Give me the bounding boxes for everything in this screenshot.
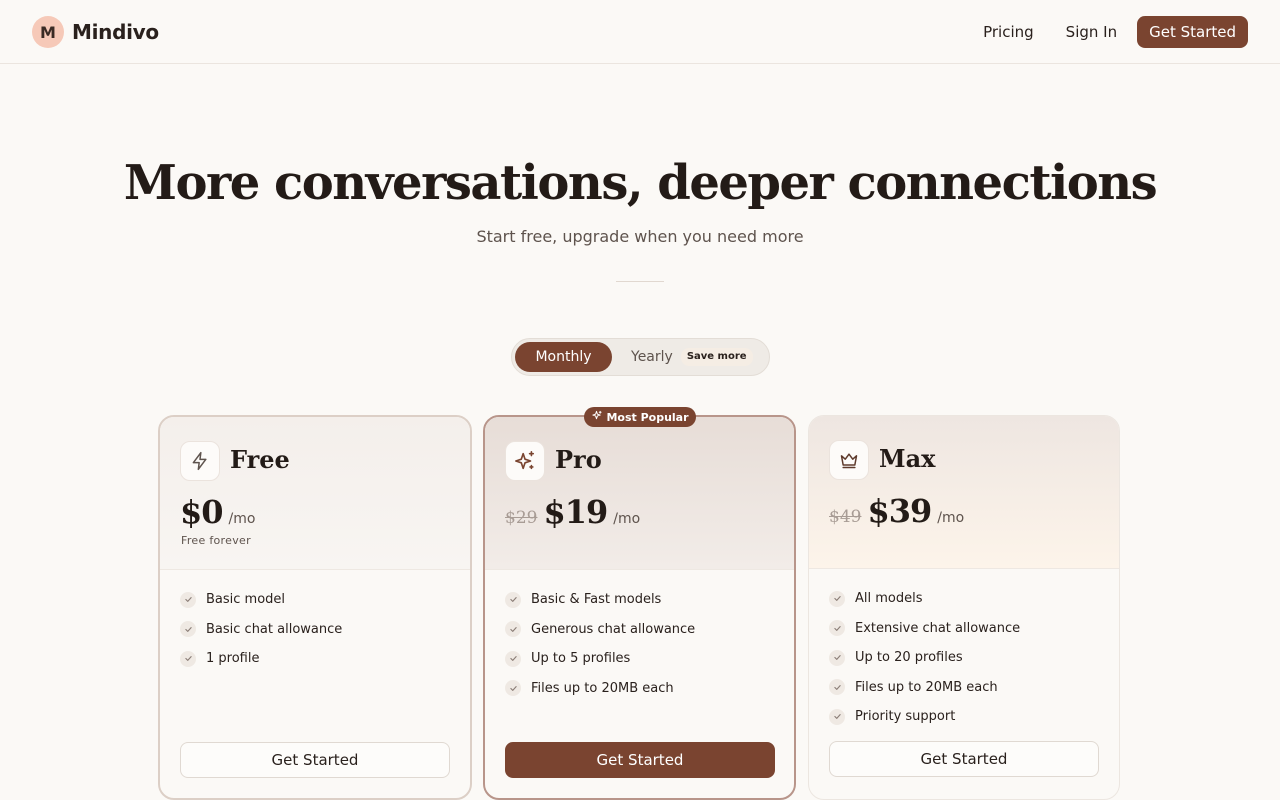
price-row: $0 /mo [180, 493, 255, 531]
brand-logo[interactable]: M Mindivo [32, 16, 159, 48]
logo-mark-icon: M [32, 16, 64, 48]
feature-item: Basic model [180, 585, 342, 615]
feature-item: 1 profile [180, 644, 342, 674]
check-icon [505, 680, 521, 697]
max-get-started-button[interactable]: Get Started [829, 741, 1099, 777]
most-popular-badge: Most Popular [584, 407, 696, 427]
nav-pricing-link[interactable]: Pricing [967, 16, 1050, 48]
feature-item: Files up to 20MB each [505, 674, 695, 704]
plan-name: Max [879, 444, 936, 473]
price-period: /mo [228, 511, 256, 527]
brand-name: Mindivo [72, 20, 159, 44]
feature-item: All models [829, 584, 1020, 614]
pro-get-started-button[interactable]: Get Started [505, 742, 775, 778]
toggle-yearly-label: Yearly [631, 349, 673, 365]
check-icon [829, 708, 845, 725]
bolt-icon [180, 441, 220, 481]
free-get-started-button[interactable]: Get Started [180, 742, 450, 778]
save-more-badge: Save more [680, 348, 753, 366]
plan-name: Pro [555, 445, 602, 474]
feature-item: Up to 20 profiles [829, 643, 1020, 673]
plan-card-max: Max $49 $39 /mo All models Extensive cha… [808, 415, 1120, 800]
plan-price: $19 [543, 493, 608, 531]
original-price: $29 [505, 508, 538, 528]
plan-card-free: Free $0 /mo Free forever Basic model Bas… [158, 415, 472, 800]
toggle-monthly-option[interactable]: Monthly [515, 342, 612, 372]
sparkle-icon [591, 410, 603, 424]
toggle-yearly-option[interactable]: Yearly Save more [631, 342, 753, 372]
check-icon [829, 649, 845, 666]
sparkle-icon [505, 441, 545, 481]
feature-item: Up to 5 profiles [505, 644, 695, 674]
billing-period-toggle: Monthly Yearly Save more [511, 338, 770, 376]
check-icon [505, 621, 521, 638]
plan-card-header: Free $0 /mo Free forever [160, 417, 470, 570]
check-icon [829, 679, 845, 696]
feature-item: Priority support [829, 702, 1020, 732]
nav-sign-in-link[interactable]: Sign In [1050, 16, 1133, 48]
check-icon [505, 650, 521, 667]
check-icon [829, 620, 845, 637]
original-price: $49 [829, 507, 862, 527]
feature-item: Generous chat allowance [505, 615, 695, 645]
feature-list: Basic & Fast models Generous chat allowa… [505, 585, 695, 703]
check-icon [505, 591, 521, 608]
feature-list: All models Extensive chat allowance Up t… [829, 584, 1020, 732]
plan-price: $0 [180, 493, 224, 531]
price-period: /mo [937, 510, 965, 526]
check-icon [180, 621, 196, 638]
check-icon [829, 590, 845, 607]
plan-name: Free [230, 445, 290, 474]
nav-get-started-button[interactable]: Get Started [1137, 16, 1248, 48]
feature-item: Files up to 20MB each [829, 673, 1020, 703]
hero-subtitle: Start free, upgrade when you need more [476, 227, 804, 246]
nav-links: Pricing Sign In Get Started [967, 16, 1248, 48]
plan-price: $39 [867, 492, 932, 530]
plan-card-header: Pro $29 $19 /mo [485, 417, 794, 570]
most-popular-label: Most Popular [606, 410, 689, 424]
plan-card-pro: Pro $29 $19 /mo Basic & Fast models Gene… [483, 415, 796, 800]
hero-title: More conversations, deeper connections [123, 155, 1158, 211]
check-icon [180, 650, 196, 667]
crown-icon [829, 440, 869, 480]
price-note: Free forever [181, 534, 251, 547]
feature-item: Basic & Fast models [505, 585, 695, 615]
check-icon [180, 591, 196, 608]
hero-divider [616, 281, 664, 282]
top-nav-bar: M Mindivo Pricing Sign In Get Started [0, 0, 1280, 64]
feature-list: Basic model Basic chat allowance 1 profi… [180, 585, 342, 674]
plan-card-header: Max $49 $39 /mo [809, 416, 1119, 569]
feature-item: Extensive chat allowance [829, 614, 1020, 644]
price-period: /mo [613, 511, 641, 527]
feature-item: Basic chat allowance [180, 615, 342, 645]
price-row: $29 $19 /mo [505, 493, 640, 531]
price-row: $49 $39 /mo [829, 492, 964, 530]
